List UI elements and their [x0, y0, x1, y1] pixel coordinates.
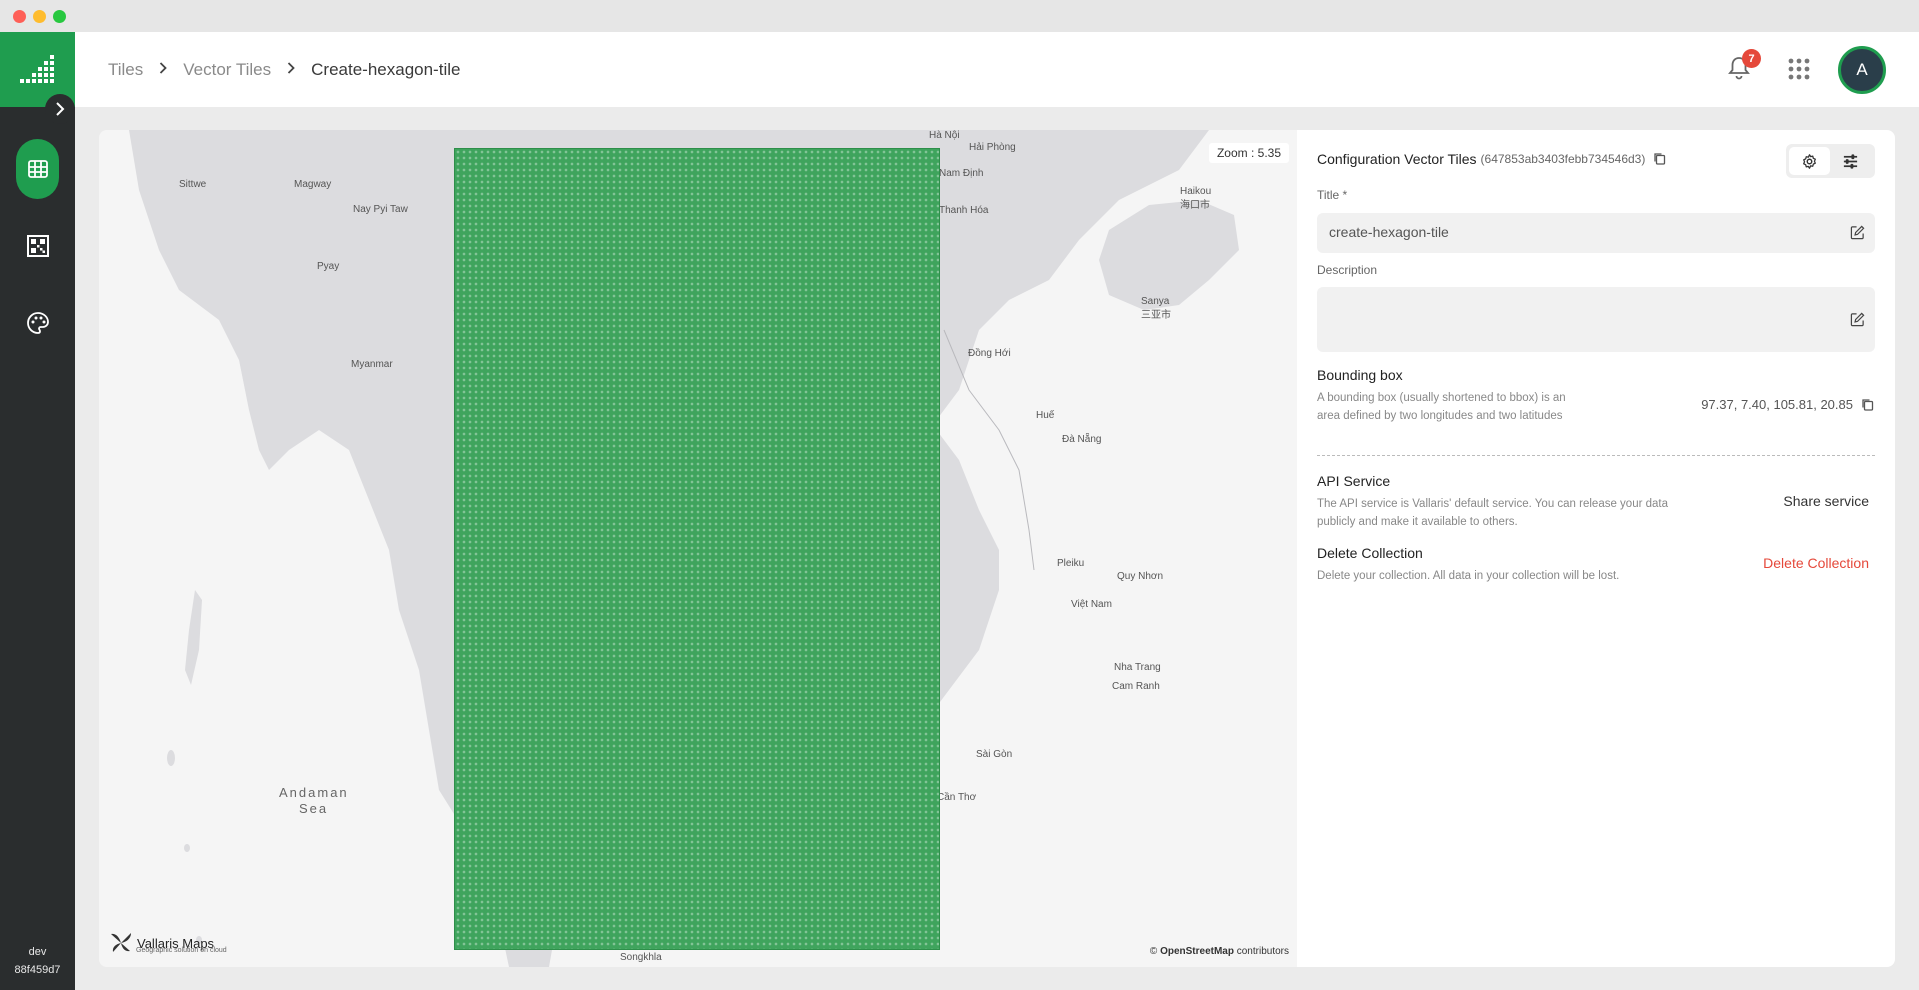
map-label-sea: Sea [299, 801, 329, 816]
map-label: Đà Nẵng [1062, 434, 1102, 445]
map-label: Cam Ranh [1112, 681, 1160, 692]
palette-icon [26, 312, 49, 334]
map-label: Đồng Hới [968, 348, 1011, 359]
chevron-right-icon [159, 61, 168, 79]
attribution-suffix: contributors [1236, 946, 1289, 957]
breadcrumb-vector-tiles[interactable]: Vector Tiles [183, 60, 271, 80]
map-label: Songkhla [620, 952, 662, 963]
edit-icon[interactable] [1850, 225, 1865, 240]
map-label: 三亚市 [1141, 310, 1171, 321]
delete-collection-button[interactable]: Delete Collection [1763, 555, 1869, 571]
bounding-box-description: A bounding box (usually shortened to bbo… [1317, 392, 1566, 422]
brand-tagline: Geographic solution on cloud [136, 947, 227, 954]
map-label: Huế [1036, 410, 1055, 421]
map-label: Việt Nam [1071, 599, 1112, 610]
collection-id: (647853ab3403febb734546d3) [1480, 152, 1646, 166]
expand-sidebar-button[interactable] [45, 94, 75, 124]
bounding-box-coordinates: 97.37, 7.40, 105.81, 20.85 [1701, 397, 1853, 412]
top-header: Tiles Vector Tiles Create-hexagon-tile 7… [75, 32, 1919, 107]
breadcrumb-current: Create-hexagon-tile [311, 59, 461, 79]
map-label: Pleiku [1057, 558, 1085, 569]
copy-icon[interactable] [1861, 398, 1875, 412]
map-label: Cần Thơ [937, 792, 977, 803]
map-label: Hải Phòng [969, 142, 1016, 153]
sidebar-item-services[interactable] [16, 216, 59, 276]
copyright-symbol: © [1149, 946, 1158, 957]
apps-grid-icon [1788, 58, 1810, 80]
delete-collection-title: Delete Collection [1317, 545, 1423, 561]
description-field-label: Description [1317, 263, 1378, 277]
sliders-icon [1843, 153, 1858, 169]
hexagon-tile-layer[interactable] [454, 148, 940, 950]
minimize-window-button[interactable] [33, 10, 46, 23]
map-label-sea: Andaman [279, 785, 349, 800]
map-label: Nay Pyi Taw [353, 204, 408, 215]
map-label: Sittwe [179, 179, 207, 190]
map-label: Pyay [317, 261, 340, 272]
edit-icon[interactable] [1850, 312, 1865, 327]
notification-count-badge: 7 [1742, 49, 1761, 68]
sidebar-item-tiles[interactable] [16, 139, 59, 199]
map-label: Hà Nội [929, 130, 960, 141]
panel-tab-group [1786, 144, 1875, 178]
tab-general-settings[interactable] [1789, 147, 1830, 175]
window-titlebar [0, 0, 1919, 32]
environment-name: dev [28, 946, 47, 958]
map-label: Thanh Hóa [939, 205, 989, 216]
section-divider [1317, 455, 1875, 456]
map-label: Nha Trang [1114, 662, 1161, 673]
vallaris-maps-brand: Vallaris Maps Geographic solution on clo… [109, 930, 227, 956]
table-grid-icon [27, 160, 48, 178]
openstreetmap-link[interactable]: OpenStreetMap [1160, 946, 1234, 957]
vallaris-leaf-icon [111, 933, 131, 952]
breadcrumb: Tiles Vector Tiles Create-hexagon-tile [108, 32, 460, 107]
map-label: Quy Nhơn [1117, 571, 1164, 582]
close-window-button[interactable] [13, 10, 26, 23]
delete-collection-description: Delete your collection. All data in your… [1317, 570, 1620, 582]
panel-title-text: Configuration Vector Tiles [1317, 151, 1477, 167]
user-avatar[interactable]: A [1838, 46, 1886, 94]
map-label: Myanmar [351, 359, 393, 370]
api-service-description: The API service is Vallaris' default ser… [1317, 498, 1669, 528]
sidebar: dev 88f459d7 [0, 32, 75, 990]
breadcrumb-tiles[interactable]: Tiles [108, 60, 143, 80]
map-label: 海口市 [1180, 200, 1210, 211]
maximize-window-button[interactable] [53, 10, 66, 23]
title-field-value: create-hexagon-tile [1329, 224, 1449, 240]
chevron-right-icon [287, 61, 295, 79]
qr-grid-icon [26, 235, 49, 257]
map-label: Nam Định [939, 168, 984, 179]
description-field[interactable] [1317, 287, 1875, 352]
share-service-button[interactable]: Share service [1783, 493, 1869, 509]
sidebar-item-styles[interactable] [16, 293, 59, 353]
map-view[interactable]: Hà Nội Hải Phòng Nam Định Thanh Hóa Sitt… [99, 130, 1297, 967]
title-field-label: Title * [1317, 188, 1348, 202]
map-attribution: © OpenStreetMap contributors [1150, 946, 1289, 957]
environment-hash: 88f459d7 [14, 964, 61, 976]
apps-menu-button[interactable] [1783, 53, 1815, 85]
configuration-panel: Configuration Vector Tiles (647853ab3403… [1297, 130, 1895, 967]
bounding-box-value: 97.37, 7.40, 105.81, 20.85 [1701, 397, 1875, 412]
vallaris-logo-icon [19, 54, 54, 83]
bounding-box-title: Bounding box [1317, 367, 1403, 383]
chevron-right-icon [56, 102, 65, 116]
tab-advanced-settings[interactable] [1830, 147, 1871, 175]
zoom-indicator: Zoom : 5.35 [1208, 143, 1289, 163]
map-label: Magway [294, 179, 332, 190]
copy-icon[interactable] [1653, 152, 1667, 166]
map-label: Sài Gòn [976, 749, 1013, 760]
title-field[interactable]: create-hexagon-tile [1317, 213, 1875, 253]
panel-title: Configuration Vector Tiles (647853ab3403… [1317, 151, 1667, 167]
api-service-title: API Service [1317, 473, 1391, 489]
gear-icon [1803, 153, 1816, 169]
